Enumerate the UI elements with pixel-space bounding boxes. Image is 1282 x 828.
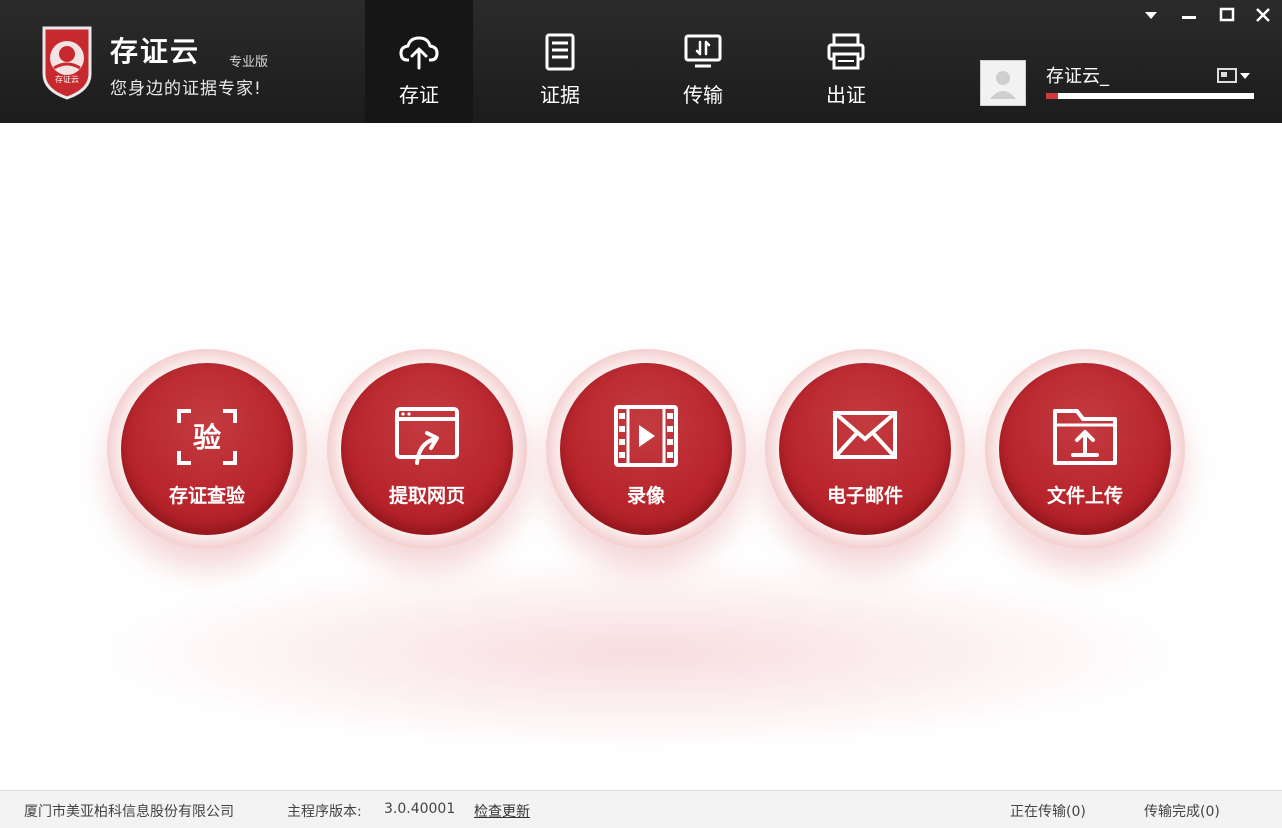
transfer-monitor-icon — [684, 34, 722, 68]
status-bar: 厦门市美亚柏科信息股份有限公司 主程序版本: 3.0.40001 检查更新 正在… — [0, 790, 1282, 828]
action-label: 存证查验 — [168, 485, 245, 507]
nav-label: 存证 — [399, 83, 439, 107]
document-icon — [545, 33, 575, 71]
maximize-icon[interactable] — [1212, 4, 1242, 26]
card-dropdown-icon — [1217, 68, 1250, 83]
action-label: 电子邮件 — [826, 485, 903, 507]
dropdown-icon[interactable] — [1136, 4, 1166, 26]
main-panel: 验 存证查验 提取网页 录像 电子邮件 文件上传 — [0, 123, 1282, 790]
envelope-icon — [833, 411, 897, 459]
username: 存证云_ — [1046, 66, 1109, 87]
user-menu-button[interactable] — [1216, 66, 1256, 86]
app-name: 存证云 — [110, 35, 201, 68]
nav-item-chuzheng[interactable]: 出证 — [792, 0, 900, 123]
nav-item-zhengju[interactable]: 证据 — [506, 0, 614, 123]
button-disc: 提取网页 — [341, 363, 513, 535]
folder-upload-icon — [1053, 409, 1117, 465]
app-logo: 存证云 — [40, 24, 94, 100]
email-button[interactable]: 电子邮件 — [765, 349, 965, 549]
storage-progress-fill — [1046, 93, 1059, 99]
check-update-link[interactable]: 检查更新 — [474, 801, 530, 821]
action-label: 提取网页 — [388, 485, 465, 507]
app-edition: 专业版 — [229, 55, 269, 70]
button-disc: 录像 — [560, 363, 732, 535]
company-name: 厦门市美亚柏科信息股份有限公司 — [24, 804, 234, 820]
button-disc: 文件上传 — [999, 363, 1171, 535]
button-disc: 电子邮件 — [779, 363, 951, 535]
app-slogan: 您身边的证据专家! — [110, 79, 262, 99]
nav-label: 出证 — [826, 83, 866, 107]
record-video-button[interactable]: 录像 — [546, 349, 746, 549]
nav-item-chuanshu[interactable]: 传输 — [649, 0, 757, 123]
user-silhouette-icon — [990, 71, 1016, 99]
svg-text:存证云: 存证云 — [55, 74, 79, 84]
version-label: 主程序版本: — [287, 804, 362, 820]
verify-scan-icon: 验 — [177, 409, 237, 465]
action-label: 录像 — [626, 485, 665, 507]
svg-text:验: 验 — [193, 421, 221, 454]
nav-label: 传输 — [683, 83, 723, 107]
action-label: 文件上传 — [1046, 485, 1123, 507]
close-icon[interactable] — [1248, 4, 1278, 26]
file-upload-button[interactable]: 文件上传 — [985, 349, 1185, 549]
cloud-upload-icon — [399, 36, 439, 70]
storage-progress-bar — [1046, 93, 1254, 99]
completed-count[interactable]: 传输完成(0) — [1144, 801, 1220, 821]
nav-item-cunzheng[interactable]: 存证 — [365, 0, 473, 123]
nav-label: 证据 — [540, 83, 580, 107]
transferring-count[interactable]: 正在传输(0) — [1010, 801, 1086, 821]
video-film-icon — [614, 405, 678, 467]
verify-evidence-button[interactable]: 验 存证查验 — [107, 349, 307, 549]
background-glow — [80, 553, 1200, 753]
webpage-capture-icon — [395, 407, 459, 465]
minimize-icon[interactable] — [1174, 4, 1204, 26]
avatar[interactable] — [980, 60, 1026, 106]
version-value: 3.0.40001 — [384, 801, 456, 817]
capture-webpage-button[interactable]: 提取网页 — [327, 349, 527, 549]
title-bar: 存证云 存证云 专业版 您身边的证据专家! 存证 证据 传输 出证 存证云_ — [0, 0, 1282, 123]
printer-icon — [827, 33, 865, 70]
button-disc: 验 存证查验 — [121, 363, 293, 535]
